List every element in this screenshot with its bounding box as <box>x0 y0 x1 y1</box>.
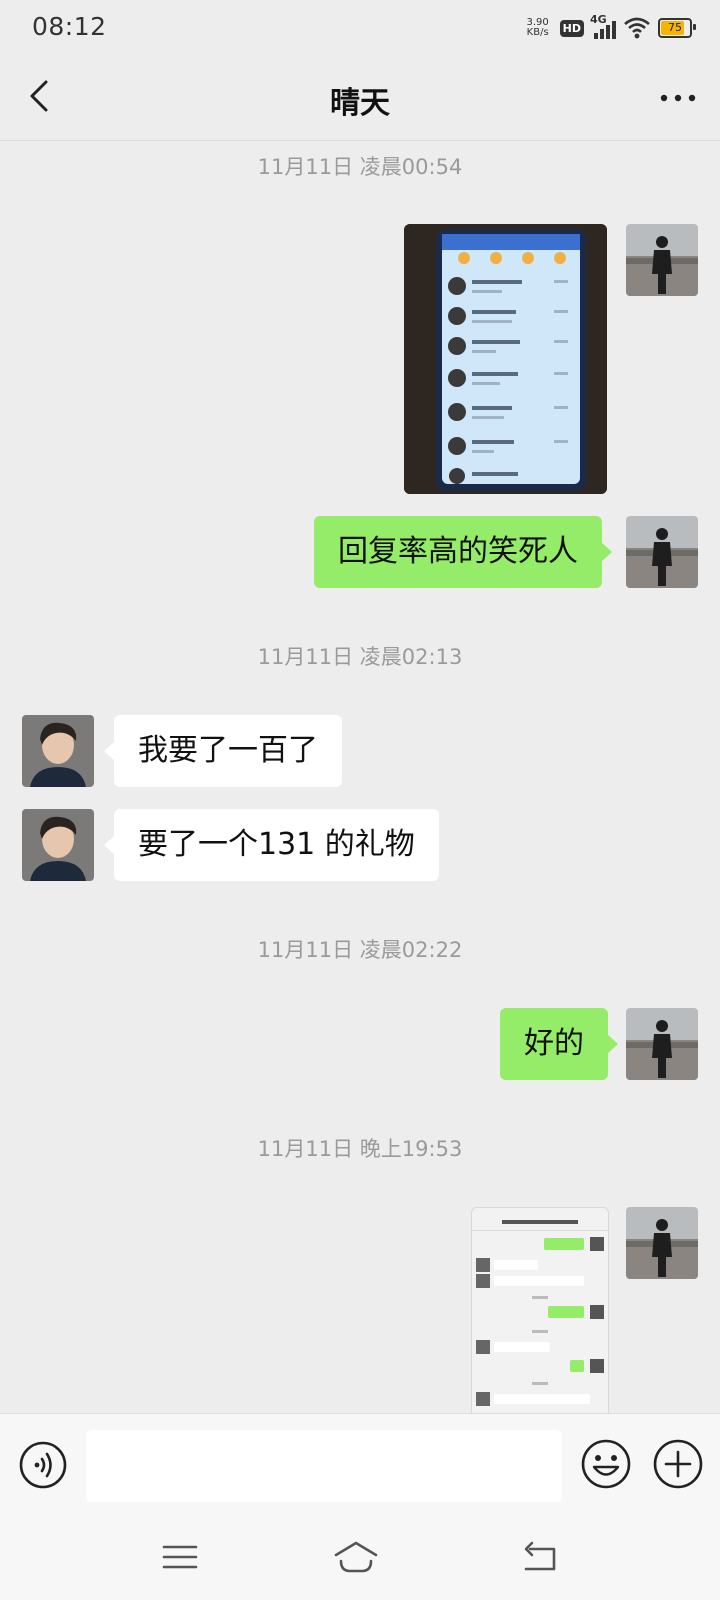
wifi-icon <box>624 17 650 39</box>
screenshot-thumbnail <box>472 1208 608 1413</box>
battery-level: 75 <box>668 21 682 34</box>
network-speed: 3.90 KB/s <box>524 18 552 38</box>
my-avatar[interactable] <box>626 1207 698 1279</box>
menu-icon[interactable] <box>160 1537 200 1577</box>
contact-avatar-image <box>22 809 94 881</box>
status-icons: 3.90 KB/s HD 4G 75 <box>524 13 696 42</box>
emoji-icon[interactable] <box>580 1438 632 1490</box>
network-type: 4G <box>590 13 607 26</box>
add-more-icon[interactable] <box>652 1438 704 1490</box>
system-navigation-bar <box>0 1515 720 1600</box>
status-bar: 08:12 3.90 KB/s HD 4G 75 <box>0 0 720 56</box>
network-speed-unit: KB/s <box>526 27 549 38</box>
message-timestamp: 11月11日 晚上19:53 <box>257 1137 463 1161</box>
message-timestamp: 11月11日 凌晨02:13 <box>257 645 463 669</box>
image-message[interactable] <box>404 224 607 494</box>
screenshot-thumbnail <box>404 224 607 494</box>
my-avatar[interactable] <box>626 516 698 588</box>
message-input[interactable] <box>86 1430 562 1502</box>
clock: 08:12 <box>32 12 107 41</box>
my-avatar[interactable] <box>626 224 698 296</box>
back-nav-icon[interactable] <box>520 1537 560 1577</box>
home-icon[interactable] <box>332 1537 380 1577</box>
outgoing-message-bubble[interactable]: 好的 <box>500 1008 618 1080</box>
cellular-signal-icon: 4G <box>590 13 616 39</box>
hd-icon: HD <box>559 19 584 37</box>
message-timestamp: 11月11日 凌晨02:22 <box>257 938 463 962</box>
my-avatar-image <box>626 1207 698 1279</box>
chat-title: 晴天 <box>330 86 390 121</box>
battery-icon: 75 <box>658 18 696 38</box>
back-icon[interactable] <box>22 76 62 116</box>
input-bar <box>0 1413 720 1516</box>
contact-avatar[interactable] <box>22 715 94 787</box>
image-message[interactable] <box>471 1207 609 1413</box>
chat-header: 晴天 <box>0 56 720 141</box>
contact-avatar[interactable] <box>22 809 94 881</box>
chat-area[interactable]: 11月11日 凌晨00:54 回复率高的笑死人 11月11日 凌晨02:13 我… <box>0 141 720 1413</box>
my-avatar-image <box>626 516 698 588</box>
my-avatar-image <box>626 224 698 296</box>
incoming-message-bubble[interactable]: 要了一个131 的礼物 <box>104 809 439 881</box>
contact-avatar-image <box>22 715 94 787</box>
voice-input-icon[interactable] <box>18 1440 68 1490</box>
my-avatar[interactable] <box>626 1008 698 1080</box>
incoming-message-bubble[interactable]: 我要了一百了 <box>104 715 342 787</box>
more-icon[interactable] <box>656 78 700 118</box>
my-avatar-image <box>626 1008 698 1080</box>
message-timestamp: 11月11日 凌晨00:54 <box>257 155 463 179</box>
outgoing-message-bubble[interactable]: 回复率高的笑死人 <box>314 516 612 588</box>
